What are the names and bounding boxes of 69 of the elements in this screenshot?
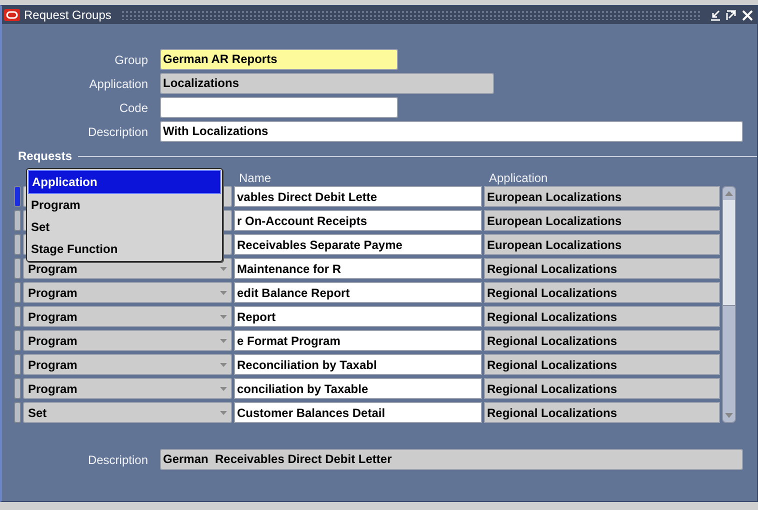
name-field[interactable]: conciliation by Taxable	[234, 378, 482, 399]
name-field[interactable]: Maintenance for R	[234, 258, 482, 279]
table-cell: Regional Localizations	[484, 258, 720, 279]
dropdown-option[interactable]: Application	[28, 170, 221, 194]
name-field[interactable]: Reconciliation by Taxabl	[234, 354, 482, 375]
field-label: Group	[114, 52, 148, 66]
type-dropdown[interactable]: Program	[23, 306, 232, 327]
dropdown-option[interactable]: Program	[28, 194, 221, 216]
column-header: Application	[489, 171, 548, 185]
input-field[interactable]: Localizations	[160, 73, 494, 94]
caret-icon	[220, 314, 227, 318]
record-indicator[interactable]	[14, 234, 21, 255]
input-field: German Receivables Direct Debit Letter	[160, 449, 743, 470]
table-cell: Regional Localizations	[484, 378, 720, 399]
caret-icon	[220, 290, 227, 294]
scroll-down-icon[interactable]	[725, 413, 733, 418]
table-cell: European Localizations	[484, 234, 720, 255]
record-indicator[interactable]	[14, 258, 21, 279]
field-label: Description	[86, 452, 148, 466]
name-field[interactable]: Report	[234, 306, 482, 327]
name-field[interactable]: e Format Program	[234, 330, 482, 351]
record-indicator[interactable]	[14, 282, 21, 303]
scroll-up-icon[interactable]	[725, 191, 733, 196]
name-field[interactable]: Customer Balances Detail	[234, 402, 482, 423]
table-cell: Regional Localizations	[484, 330, 720, 351]
minimize-icon[interactable]	[710, 10, 721, 20]
table-cell: Regional Localizations	[484, 354, 720, 375]
table-cell: Regional Localizations	[484, 306, 720, 327]
section-title: Requests	[17, 149, 72, 163]
type-dropdown[interactable]: Program	[23, 330, 232, 351]
table-cell: Regional Localizations	[484, 402, 720, 423]
caret-icon	[220, 410, 227, 414]
type-dropdown[interactable]: Program	[23, 282, 232, 303]
input-field[interactable]	[160, 97, 398, 118]
field-label: Description	[86, 124, 148, 138]
name-field[interactable]: edit Balance Report	[234, 282, 482, 303]
type-dropdown[interactable]: Program	[23, 378, 232, 399]
scrollbar[interactable]	[722, 186, 736, 423]
name-field[interactable]: Receivables Separate Payme	[234, 234, 482, 255]
dropdown-option[interactable]: Set	[28, 216, 221, 238]
record-indicator[interactable]	[14, 210, 21, 231]
record-indicator[interactable]	[14, 402, 21, 423]
scroll-thumb[interactable]	[723, 200, 735, 306]
input-field[interactable]: With Localizations	[160, 121, 743, 142]
caret-icon	[220, 386, 227, 390]
input-field[interactable]: German AR Reports	[160, 49, 398, 70]
type-dropdown[interactable]: Program	[23, 354, 232, 375]
dropdown-option[interactable]: Stage Function	[28, 238, 221, 260]
record-indicator[interactable]	[14, 306, 21, 327]
field-label: Code	[118, 100, 148, 114]
close-icon[interactable]	[742, 10, 753, 20]
type-dropdown[interactable]: Set	[23, 402, 232, 423]
name-field[interactable]: vables Direct Debit Lette	[234, 186, 482, 207]
logo-icon	[4, 9, 20, 21]
record-indicator[interactable]	[14, 186, 21, 207]
caret-icon	[220, 338, 227, 342]
window-title: Request Groups	[24, 8, 112, 22]
record-indicator[interactable]	[14, 378, 21, 399]
caret-icon	[220, 266, 227, 270]
record-indicator[interactable]	[14, 354, 21, 375]
table-cell: European Localizations	[484, 186, 720, 207]
name-field[interactable]: r On-Account Receipts	[234, 210, 482, 231]
record-indicator[interactable]	[14, 330, 21, 351]
table-cell: European Localizations	[484, 210, 720, 231]
caret-icon	[220, 362, 227, 366]
table-cell: Regional Localizations	[484, 282, 720, 303]
field-label: Application	[88, 76, 148, 90]
column-header: Name	[239, 171, 272, 185]
maximize-icon[interactable]	[726, 10, 737, 20]
